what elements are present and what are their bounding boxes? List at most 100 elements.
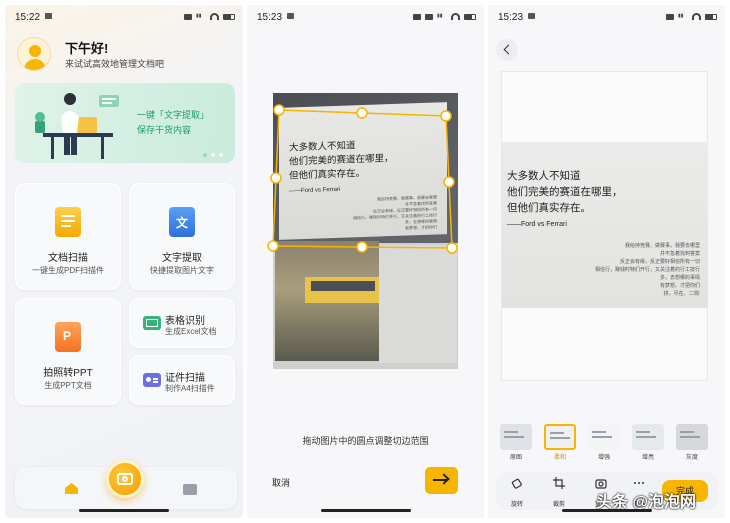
battery-icon xyxy=(705,13,717,20)
ppt-icon: P xyxy=(55,322,81,352)
thumb-line xyxy=(592,431,606,433)
photo-ppt-card[interactable]: P 拍照转PPT 生成PPT文档 xyxy=(15,298,121,405)
gesture-bar xyxy=(79,509,169,512)
id-line xyxy=(153,378,158,380)
gesture-bar xyxy=(320,509,411,512)
wifi-icon xyxy=(692,13,701,20)
status-time: 15:23 xyxy=(498,12,524,23)
ppt-glyph: P xyxy=(63,329,72,343)
network-speed-icon: ▮▮ xyxy=(437,13,443,19)
photo-ppt-subtitle: 生成PPT文档 xyxy=(44,381,92,390)
status-icons: ▮▮ xyxy=(666,13,717,20)
cancel-button[interactable]: 取消 xyxy=(272,476,290,489)
next-button[interactable] xyxy=(425,467,458,494)
text-extract-title: 文字提取 xyxy=(162,253,202,264)
folder-icon[interactable] xyxy=(183,484,197,495)
tram-windows xyxy=(311,281,375,291)
avatar-body xyxy=(24,59,46,70)
edit-screen: 15:23 ▮▮ 大多数人不知道 他们完美的赛道在哪里， 但他们真实存在。 ——… xyxy=(488,5,725,518)
battery-icon xyxy=(223,13,235,20)
small-line: 相信行，赚钱时特们开行，又关注着的行工技行 xyxy=(594,267,700,273)
status-time: 15:23 xyxy=(257,12,283,23)
scan-small-text: 我给持竞赛、做赛事，我要去哪里 并不急着找到答案 反正会有缘，反正要好相信所有一… xyxy=(595,242,700,298)
crop-hint: 拖动图片中的圆点调整切边范围 xyxy=(302,436,429,446)
grid xyxy=(146,319,158,327)
id-card-icon xyxy=(143,373,161,387)
doc-scan-icon xyxy=(55,207,81,237)
text-extract-subtitle: 快捷提取图片文字 xyxy=(150,266,214,275)
doc-line xyxy=(61,225,71,227)
status-time: 15:22 xyxy=(15,12,41,23)
thumb-line xyxy=(680,436,700,438)
greeting: 下午好! xyxy=(65,41,109,56)
text-extract-icon: 文 xyxy=(169,207,195,237)
filter-soft[interactable] xyxy=(544,424,576,450)
thumb-line xyxy=(550,437,570,439)
table-recog-subtitle: 生成Excel文档 xyxy=(165,327,217,336)
thumb-line xyxy=(592,436,612,438)
promo-banner[interactable]: 一键「文字提取」 保存干货内容 xyxy=(15,83,235,163)
banner-dot[interactable] xyxy=(211,153,215,157)
scan-credit: ——Ford vs Ferrari xyxy=(507,221,567,228)
vibrate-icon xyxy=(425,13,433,20)
doc-line xyxy=(61,215,75,217)
scan-line-1: 大多数人不知道 xyxy=(507,170,581,182)
id-scan-title: 证件扫描 xyxy=(165,373,205,384)
vibrate-icon xyxy=(184,13,192,20)
thumb-line xyxy=(504,431,518,433)
filter-enhance[interactable] xyxy=(588,424,620,450)
filter-grayscale-label: 灰度 xyxy=(685,455,698,461)
battery-icon xyxy=(464,13,476,20)
back-button[interactable] xyxy=(496,39,518,61)
banner-dot[interactable] xyxy=(219,153,223,157)
street-photo xyxy=(275,241,379,361)
thumb-line xyxy=(504,436,524,438)
filter-grayscale[interactable] xyxy=(676,424,708,450)
home-icon[interactable] xyxy=(65,483,78,494)
captured-photo: 大多数人不知道 他们完美的赛道在哪里， 但他们真实存在。 ——Ford vs F… xyxy=(273,93,458,369)
id-scan-subtitle: 制作A4扫描件 xyxy=(165,384,215,393)
book-small-text: 我给持竞赛、做赛事，我要去哪里 并不急着找到答案 反正会有缘，反正要好相信所有一… xyxy=(353,194,437,233)
scanned-page: 大多数人不知道 他们完美的赛道在哪里， 但他们真实存在。 ——Ford vs F… xyxy=(502,142,708,308)
network-speed-icon: ▮▮ xyxy=(678,13,684,19)
filter-enhance-label: 增强 xyxy=(597,455,610,461)
doc-line xyxy=(61,220,75,222)
notification-icon xyxy=(45,13,52,19)
thumb-line xyxy=(636,431,650,433)
banner-illustration-icon xyxy=(35,93,119,159)
filter-brighten[interactable] xyxy=(632,424,664,450)
avatar[interactable] xyxy=(17,37,51,71)
filter-brighten-label: 增亮 xyxy=(641,455,654,461)
banner-subtitle: 保存干货内容 xyxy=(137,125,192,135)
doc-scan-title: 文档扫描 xyxy=(48,253,88,264)
rotate-button[interactable]: 旋转 xyxy=(504,476,530,508)
thumb-line xyxy=(550,432,564,434)
status-bar: 15:23 ▮▮ xyxy=(488,5,725,27)
id-line xyxy=(153,381,158,383)
camera-button[interactable] xyxy=(106,460,144,498)
filter-original[interactable] xyxy=(500,424,532,450)
status-bar: 15:23 ▮▮ xyxy=(247,5,484,27)
text-extract-card[interactable]: 文 文字提取 快捷提取图片文字 xyxy=(129,183,235,290)
banner-title: 一键「文字提取」 xyxy=(137,110,210,120)
banner-dot[interactable] xyxy=(203,153,207,157)
table-recog-title: 表格识别 xyxy=(165,316,205,327)
status-icons: ▮▮ xyxy=(413,13,476,20)
table-recog-card[interactable]: 表格识别 生成Excel文档 xyxy=(129,298,235,348)
small-line: 多，去想哪的事情 xyxy=(659,275,700,281)
doc-scan-card[interactable]: 文档扫描 一键生成PDF扫描件 xyxy=(15,183,121,290)
small-line: 我给持竞赛、做赛事，我要去哪里 xyxy=(624,243,700,249)
scan-line-3: 但他们真实存在。 xyxy=(507,202,591,214)
avatar-head xyxy=(29,45,41,57)
id-scan-card[interactable]: 证件扫描 制作A4扫描件 xyxy=(129,355,235,405)
crop-button[interactable]: 裁剪 xyxy=(546,476,572,508)
small-line: 并不急着找到答案 xyxy=(659,251,700,257)
arrow-head xyxy=(438,473,450,485)
filter-original-label: 原图 xyxy=(509,455,522,461)
wifi-icon xyxy=(451,13,460,20)
small-line: 拼，尽在、二/阶 xyxy=(663,291,700,297)
id-photo xyxy=(146,377,151,382)
notification-icon xyxy=(528,13,535,19)
filter-strip: 原图 柔和 增强 增亮 灰度 xyxy=(500,424,710,464)
wifi-icon xyxy=(210,13,219,20)
